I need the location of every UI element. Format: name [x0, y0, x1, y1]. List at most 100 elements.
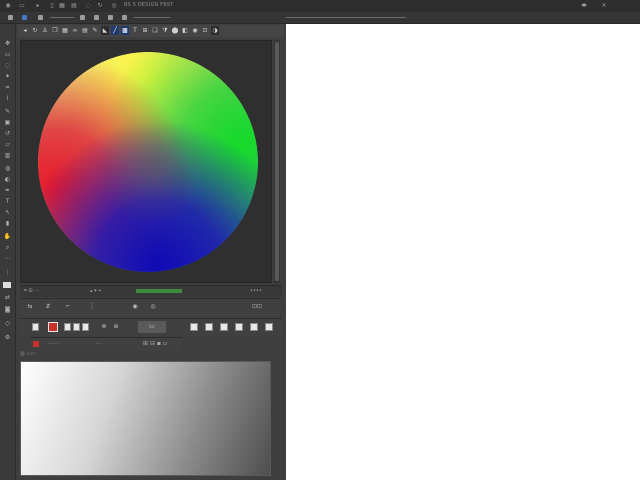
brush-tool-icon[interactable]: ✎: [3, 108, 12, 115]
white-swatch[interactable]: [64, 323, 71, 331]
quick-mask-icon[interactable]: ◙: [3, 306, 12, 313]
eraser-tool-icon[interactable]: ▱: [3, 141, 12, 148]
menu-bar: ◉ ▭ ▸ ▯ ▦ ▤ ◌ ↻ ◎ BS 5 DESIGN FRST ⬬ ✕: [0, 0, 640, 12]
anchor-icon[interactable]: ⚓: [41, 26, 49, 35]
dodge-tool-icon[interactable]: ◐: [3, 176, 12, 183]
option-slider[interactable]: [50, 17, 74, 18]
stamp-tool-icon[interactable]: ▣: [3, 119, 12, 126]
selected-tool-icon[interactable]: ◣: [101, 26, 109, 35]
link-icon[interactable]: ⊗: [100, 323, 108, 331]
sample-icon[interactable]: ◉: [191, 26, 199, 35]
line-tool-icon[interactable]: ╱: [111, 26, 119, 35]
wheel-mode-icon[interactable]: ◑: [211, 26, 219, 35]
tool-strip: ✥ ▭ ◌ ✦ ⌗ ⌇ ✎ ▣ ↺ ▱ ▥ ◍ ◐ ✒ T ↖ ▮ ✋ ⌕ ⋯ …: [0, 24, 16, 480]
preview-box[interactable]: ▭: [138, 321, 166, 333]
color-wheel[interactable]: [38, 52, 258, 272]
gradient-preview[interactable]: [20, 361, 271, 476]
gradient-tool-icon[interactable]: ▥: [3, 152, 12, 159]
foreground-color-swatch[interactable]: [3, 282, 11, 288]
pencil-icon[interactable]: ✎: [91, 26, 99, 35]
option-icon[interactable]: [94, 15, 99, 20]
white-swatch[interactable]: [250, 323, 258, 331]
white-swatch[interactable]: [205, 323, 213, 331]
eyedropper-tool-icon[interactable]: ⌇: [3, 95, 12, 102]
flip-icon[interactable]: ⇵: [44, 303, 52, 311]
document-canvas[interactable]: [286, 24, 640, 480]
brush-icon[interactable]: ◌: [84, 2, 92, 9]
lasso-tool-icon[interactable]: ◌: [3, 62, 12, 69]
shape-tool-icon[interactable]: ▮: [3, 220, 12, 227]
option-icon[interactable]: [122, 15, 127, 20]
option-icon[interactable]: [8, 15, 13, 20]
blur-tool-icon[interactable]: ◍: [3, 165, 12, 172]
layers-icon[interactable]: ▤: [70, 2, 78, 9]
swap-colors-icon[interactable]: ⇄: [3, 294, 12, 301]
stack-icon[interactable]: ⊞: [141, 26, 149, 35]
play-icon[interactable]: ▸: [34, 2, 42, 9]
user-icon[interactable]: ⬬: [580, 2, 588, 9]
chain-icon[interactable]: ⊕: [112, 323, 120, 331]
grid-icon[interactable]: ▦: [58, 2, 66, 9]
scrollbar-thumb[interactable]: [275, 42, 279, 281]
pen-tool-icon[interactable]: ✒: [3, 187, 12, 194]
text-tool-icon[interactable]: T: [131, 26, 139, 35]
menu-file-icon[interactable]: ▭: [18, 2, 26, 9]
document-icon[interactable]: ▯: [48, 2, 56, 9]
link-icon[interactable]: ∞: [71, 26, 79, 35]
marquee-tool-icon[interactable]: ▭: [3, 51, 12, 58]
option-icon[interactable]: [38, 15, 43, 20]
type-tool-icon[interactable]: T: [3, 198, 12, 205]
white-swatch[interactable]: [265, 323, 273, 331]
white-swatch[interactable]: [220, 323, 228, 331]
white-swatch[interactable]: [235, 323, 243, 331]
red-indicator[interactable]: [33, 341, 39, 347]
row3-mid-icon: ⋯: [95, 340, 101, 347]
grid-icon[interactable]: ▦: [61, 26, 69, 35]
selected-option-icon[interactable]: [22, 15, 27, 20]
move-tool-icon[interactable]: ✥: [3, 40, 12, 47]
status-left-text: ⌗ ⊞ ⋯: [24, 288, 40, 294]
white-swatch[interactable]: [82, 323, 89, 331]
refresh-icon[interactable]: ↻: [96, 2, 104, 9]
palette-icon[interactable]: ⬤: [171, 26, 179, 35]
zoom-tool-icon[interactable]: ⌕: [3, 244, 12, 251]
angle-icon[interactable]: ⌐: [64, 303, 72, 311]
eye-icon[interactable]: ◎: [110, 2, 118, 9]
menu-title: BS 5 DESIGN FRST: [124, 2, 174, 8]
option-icon[interactable]: [80, 15, 85, 20]
sample-icon[interactable]: ◎: [148, 303, 158, 311]
lock-icon[interactable]: ⊡: [201, 26, 209, 35]
white-swatch[interactable]: [73, 323, 80, 331]
settings-icon[interactable]: ⚙: [3, 334, 12, 341]
hand-tool-icon[interactable]: ✋: [3, 233, 12, 240]
ruler-icon[interactable]: ▤: [81, 26, 89, 35]
option-icon[interactable]: [108, 15, 113, 20]
copy-icon[interactable]: ❐: [51, 26, 59, 35]
app-logo-icon[interactable]: ◉: [4, 2, 12, 9]
grid-tool-icon[interactable]: ▩: [121, 26, 129, 35]
transform-icon[interactable]: ⇆: [24, 303, 36, 311]
close-icon[interactable]: ✕: [600, 2, 608, 9]
canvas-ruler: [286, 17, 406, 18]
panel-toolbar: ◂ ↻ ⚓ ❐ ▦ ∞ ▤ ✎ ◣ ╱ ▩ T ⊞ ❏ ⧩ ⬤ ◧ ◉ ⊡ ◑: [18, 25, 284, 37]
option-slider[interactable]: [134, 17, 170, 18]
progress-bar: [136, 289, 182, 293]
white-swatch[interactable]: [190, 323, 198, 331]
rotate-icon[interactable]: ↻: [31, 26, 39, 35]
white-swatch[interactable]: [32, 323, 39, 331]
edit-toolbar-icon[interactable]: ⋮: [3, 269, 12, 276]
path-tool-icon[interactable]: ↖: [3, 209, 12, 216]
filter-icon[interactable]: ⧩: [161, 26, 169, 35]
history-tool-icon[interactable]: ↺: [3, 130, 12, 137]
wand-tool-icon[interactable]: ✦: [3, 73, 12, 80]
panel-options-icon[interactable]: ⊡⊡: [248, 303, 266, 311]
eye-icon[interactable]: ◉: [130, 303, 140, 311]
more-tools-icon[interactable]: ⋯: [3, 255, 12, 262]
channel-icon[interactable]: ◧: [181, 26, 189, 35]
copy-layer-icon[interactable]: ❏: [151, 26, 159, 35]
crop-tool-icon[interactable]: ⌗: [3, 84, 12, 91]
back-icon[interactable]: ◂: [21, 26, 29, 35]
controls-row-2: ⊗ ⊕ ▭: [20, 318, 282, 336]
red-swatch[interactable]: [48, 322, 58, 332]
screen-mode-icon[interactable]: ◇: [3, 320, 12, 327]
